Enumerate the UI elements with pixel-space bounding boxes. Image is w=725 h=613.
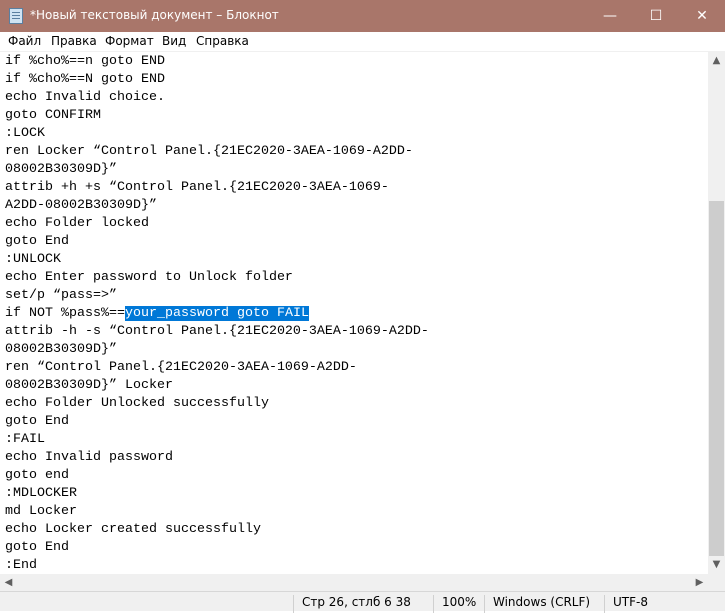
text-editor[interactable]: if %cho%==n goto END if %cho%==N goto END…: [0, 51, 708, 574]
text-line: ren “Control Panel.{21EC2020-3AEA-1069-A…: [5, 360, 357, 375]
scroll-thumb[interactable]: [709, 201, 724, 556]
editor-text[interactable]: if %cho%==n goto END if %cho%==N goto END…: [5, 53, 429, 574]
vertical-scrollbar[interactable]: ▲ ▼: [708, 51, 725, 574]
scroll-down-icon[interactable]: ▼: [708, 559, 725, 570]
cursor-position: Стр 26, стлб 6 38: [293, 595, 411, 613]
text-line: echo Invalid choice.: [5, 90, 165, 105]
text-line: goto End: [5, 234, 69, 249]
text-line: goto CONFIRM: [5, 108, 101, 123]
horizontal-scrollbar[interactable]: ◀ ▶: [0, 574, 708, 591]
text-line: :MDLOCKER: [5, 486, 77, 501]
text-line: echo Folder locked: [5, 216, 149, 231]
text-line: if %cho%==N goto END: [5, 72, 165, 87]
text-line: A2DD-08002B30309D}”: [5, 198, 157, 213]
text-line: :UNLOCK: [5, 252, 61, 267]
line-endings: Windows (CRLF): [484, 595, 590, 613]
scroll-left-icon[interactable]: ◀: [0, 577, 17, 588]
text-line: :FAIL: [5, 432, 45, 447]
text-line: echo Enter password to Unlock folder: [5, 270, 293, 285]
text-line: goto end: [5, 468, 69, 483]
text-line: md Locker: [5, 504, 77, 519]
menu-format[interactable]: Формат: [105, 34, 154, 48]
text-line: echo Invalid password: [5, 450, 173, 465]
text-line: :End: [5, 558, 37, 573]
text-line: goto End: [5, 414, 69, 429]
minimize-button[interactable]: —: [587, 0, 633, 32]
text-line: :LOCK: [5, 126, 45, 141]
maximize-button[interactable]: ☐: [633, 0, 679, 32]
status-bar: Стр 26, стлб 6 38 100% Windows (CRLF) UT…: [0, 591, 725, 613]
menu-view[interactable]: Вид: [162, 34, 186, 48]
text-line: goto End: [5, 540, 69, 555]
notepad-icon: [9, 8, 23, 24]
scroll-right-icon[interactable]: ▶: [691, 577, 708, 588]
text-line: 08002B30309D}” Locker: [5, 378, 173, 393]
close-button[interactable]: ✕: [679, 0, 725, 32]
text-line: echo Folder Unlocked successfully: [5, 396, 269, 411]
text-line: 08002B30309D}”: [5, 342, 117, 357]
text-line: echo Locker created successfully: [5, 522, 261, 537]
menu-help[interactable]: Справка: [196, 34, 249, 48]
text-line: 08002B30309D}”: [5, 162, 117, 177]
scrollbar-corner: [708, 574, 725, 591]
zoom-level: 100%: [433, 595, 476, 613]
selected-text[interactable]: your_password goto FAIL: [124, 306, 309, 321]
text-line: if NOT %pass%==your_password goto FAIL: [5, 306, 309, 321]
window-title: *Новый текстовый документ – Блокнот: [30, 8, 279, 22]
title-bar[interactable]: *Новый текстовый документ – Блокнот — ☐ …: [0, 0, 725, 32]
menu-bar: Файл Правка Формат Вид Справка: [0, 32, 725, 51]
menu-file[interactable]: Файл: [8, 34, 41, 48]
text-line: set/p “pass=>”: [5, 288, 117, 303]
scroll-up-icon[interactable]: ▲: [708, 55, 725, 66]
text-line: ren Locker “Control Panel.{21EC2020-3AEA…: [5, 144, 413, 159]
menu-edit[interactable]: Правка: [51, 34, 97, 48]
encoding: UTF-8: [604, 595, 648, 613]
text-line: attrib +h +s “Control Panel.{21EC2020-3A…: [5, 180, 389, 195]
text-line: if %cho%==n goto END: [5, 54, 165, 69]
text-line: attrib -h -s “Control Panel.{21EC2020-3A…: [5, 324, 429, 339]
